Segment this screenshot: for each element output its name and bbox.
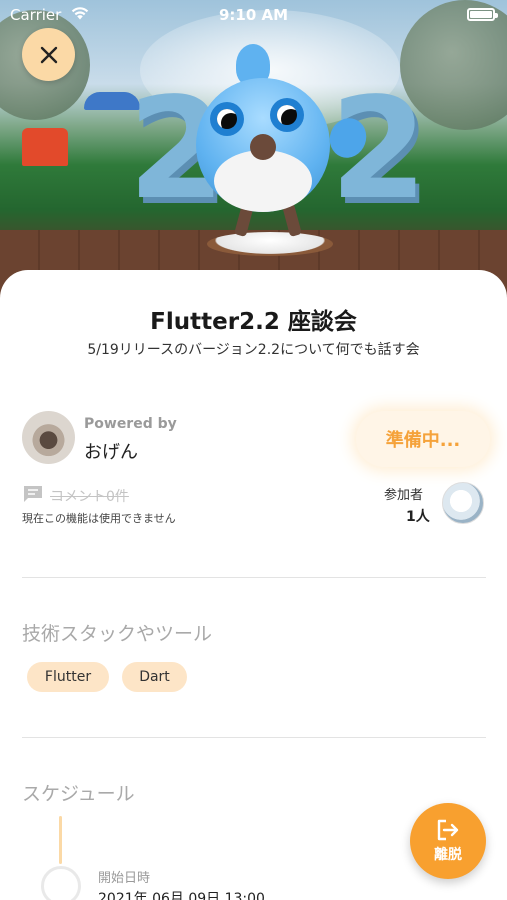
tech-stack-title: 技術スタックやツール <box>22 623 213 645</box>
comment-count: コメント0件 <box>50 489 129 505</box>
owner-name: おげん <box>84 442 138 463</box>
timeline-line <box>59 816 62 864</box>
hero-bird-eye <box>270 98 304 132</box>
event-subtitle: 5/19リリースのバージョン2.2について何でも話す会 <box>87 342 420 358</box>
leave-button-label: 離脱 <box>434 847 462 863</box>
battery-icon <box>467 8 498 21</box>
schedule-title: スケジュール <box>22 783 135 805</box>
close-button[interactable] <box>22 28 75 81</box>
event-status-label: 準備中... <box>385 430 461 451</box>
powered-by-label: Powered by <box>84 416 177 432</box>
divider <box>22 737 486 738</box>
hero-pedestal <box>207 232 333 256</box>
participants-count: 1人 <box>406 509 430 525</box>
schedule-start-value: 2021年 06月 09日 13:00 <box>98 891 265 900</box>
tech-tag: Dart <box>122 662 187 692</box>
schedule-start-label: 開始日時 <box>98 871 151 886</box>
owner-avatar[interactable] <box>22 411 75 464</box>
comment-disabled-note: 現在この機能は使用できません <box>22 512 176 525</box>
close-icon <box>40 46 57 63</box>
leave-button[interactable]: 離脱 <box>410 803 486 879</box>
participants-label: 参加者 <box>384 488 424 503</box>
timeline-dot <box>41 866 81 900</box>
tech-tag: Flutter <box>27 662 109 692</box>
divider <box>22 577 486 578</box>
event-status-button[interactable]: 準備中... <box>356 411 490 467</box>
hero-chair <box>22 128 68 166</box>
comment-icon <box>24 486 42 502</box>
participant-avatar[interactable] <box>442 482 484 524</box>
event-title: Flutter2.2 座談会 <box>150 309 357 335</box>
status-bar: Carrier 9:10 AM <box>0 0 507 30</box>
hero-bird-eye <box>210 102 244 136</box>
logout-icon <box>437 819 459 841</box>
hero-image: 2 2 <box>0 0 507 300</box>
status-time: 9:10 AM <box>218 6 289 24</box>
hero-bird-beak <box>250 134 276 160</box>
